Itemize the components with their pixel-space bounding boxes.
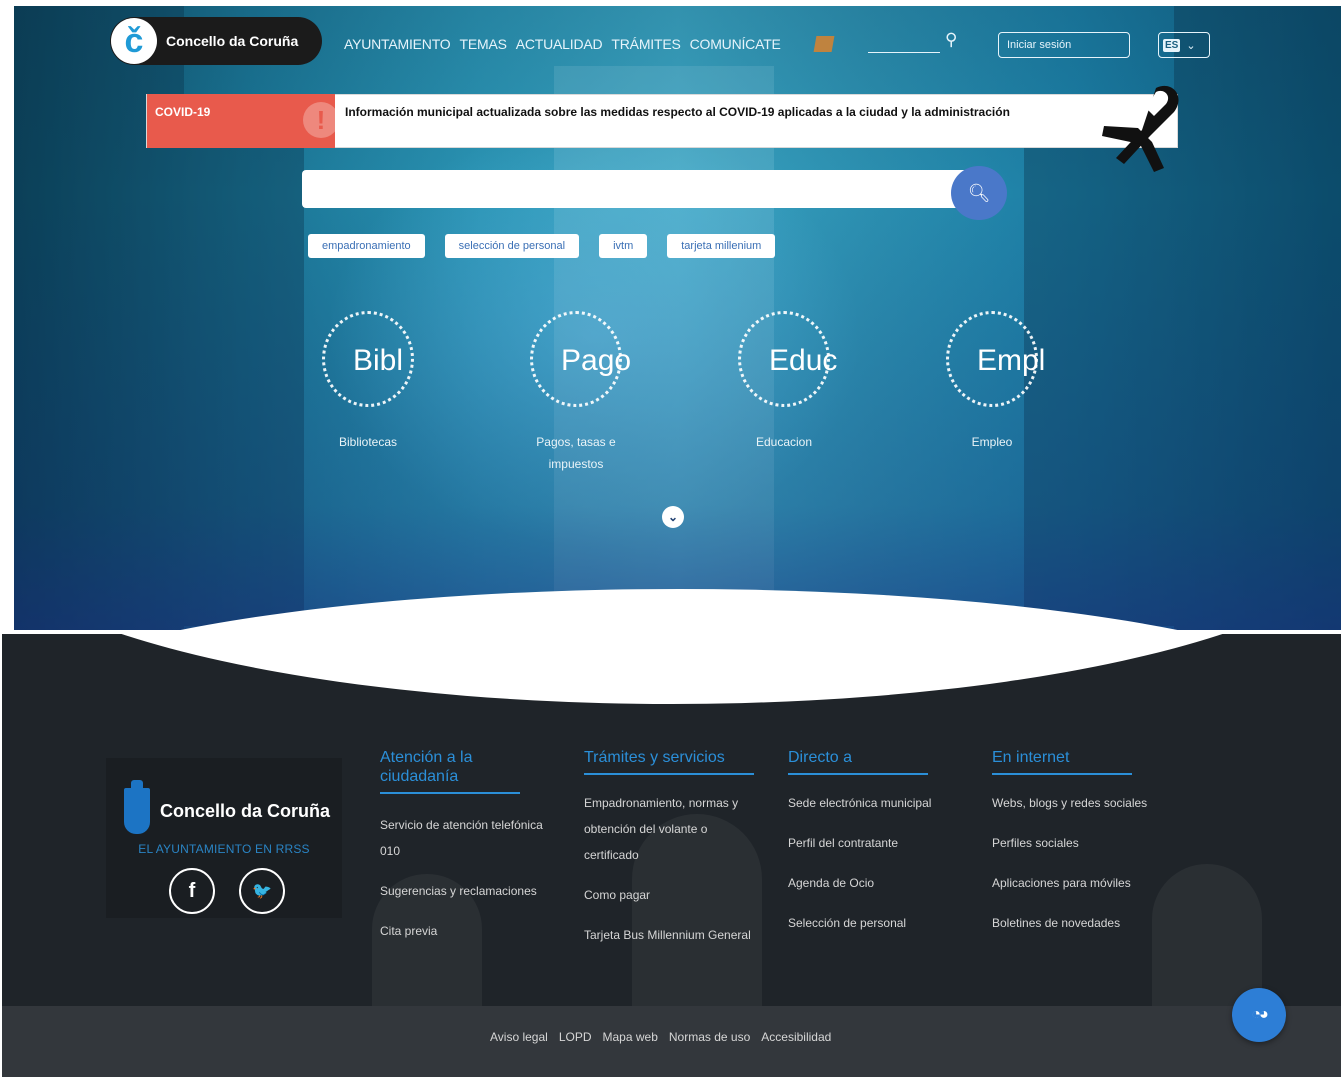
footer-column-title: Directo a: [788, 748, 928, 775]
twitter-icon[interactable]: 🐦: [239, 868, 285, 914]
quick-link-label: Educacion: [755, 435, 813, 449]
footer-link[interactable]: Selección de personal: [788, 910, 931, 936]
language-select[interactable]: ES ⌄: [1158, 32, 1210, 58]
quick-link-empleo[interactable]: Empl Empleo: [892, 311, 1092, 453]
covid-message: Información municipal actualizada sobre …: [345, 105, 1010, 119]
footer-column-directo: Directo a Sede electrónica municipal Per…: [788, 748, 931, 936]
quick-link-label: Empleo: [971, 435, 1013, 449]
logo-glyph: č: [124, 22, 144, 60]
quick-link-circle: Bibl: [322, 311, 414, 407]
footer: Concello da Coruña EL AYUNTAMIENTO EN RR…: [2, 634, 1341, 1077]
quick-link-label: Pagos, tasas e impuestos: [536, 435, 616, 471]
footer-link[interactable]: Tarjeta Bus Millennium General: [584, 922, 759, 948]
header-search-input[interactable]: [868, 52, 940, 53]
footer-link[interactable]: Como pagar: [584, 882, 759, 908]
search-icon[interactable]: ⚲: [945, 30, 957, 50]
nav-item-comunicate[interactable]: COMUNÍCATE: [690, 36, 781, 52]
footer-top-curve: [2, 634, 1341, 704]
accent-flag-icon[interactable]: [813, 36, 835, 52]
suggestion-tag[interactable]: ivtm: [599, 234, 648, 258]
quick-link-word: Educ: [769, 344, 838, 377]
chevron-down-icon: ⌄: [1186, 39, 1196, 52]
legal-link-mapa[interactable]: Mapa web: [603, 1030, 658, 1044]
covid-banner[interactable]: COVID-19 ! Información municipal actuali…: [146, 94, 1178, 148]
quick-link-circle: Empl: [946, 311, 1045, 407]
footer-column-title: Trámites y servicios: [584, 748, 754, 775]
footer-link[interactable]: Perfiles sociales: [992, 830, 1147, 856]
footer-column-title: Atención a la ciudadanía: [380, 748, 520, 794]
suggestion-tag[interactable]: selección de personal: [444, 234, 580, 258]
covid-tag: COVID-19 !: [147, 94, 335, 148]
footer-link[interactable]: Aplicaciones para móviles: [992, 870, 1147, 896]
legal-links: Aviso legal LOPD Mapa web Normas de uso …: [490, 1030, 842, 1044]
mourning-ribbon-icon: [1102, 85, 1179, 172]
quick-link-word: Empl: [977, 344, 1046, 377]
footer-column-internet: En internet Webs, blogs y redes sociales…: [992, 748, 1147, 936]
search-submit-button[interactable]: 🔍︎: [951, 166, 1007, 220]
alert-icon: !: [303, 102, 335, 138]
quick-link-bibliotecas[interactable]: Bibl Bibliotecas: [268, 311, 468, 453]
crown-shape: [131, 780, 143, 789]
chevron-down-icon: ⌄: [667, 510, 679, 524]
chat-button[interactable]: ◔◕: [1232, 988, 1286, 1042]
quick-link-word: Bibl: [353, 344, 404, 377]
search-suggestions: empadronamiento selección de personal iv…: [308, 234, 795, 258]
facebook-glyph: f: [188, 879, 196, 902]
nav-item-tramites[interactable]: TRÁMITES: [611, 36, 680, 52]
legal-link-normas[interactable]: Normas de uso: [669, 1030, 750, 1044]
chat-icon: ◔◕: [1251, 1006, 1268, 1023]
quick-link-word: Pago: [561, 344, 632, 377]
quick-link-pagos[interactable]: Pago Pagos, tasas e impuestos: [476, 311, 676, 475]
footer-logo[interactable]: Concello da Coruña: [124, 780, 331, 834]
footer-link[interactable]: Webs, blogs y redes sociales: [992, 790, 1147, 816]
quick-link-circle: Educ: [738, 311, 837, 407]
suggestion-tag[interactable]: tarjeta millenium: [667, 234, 776, 258]
nav-item-ayuntamiento[interactable]: AYUNTAMIENTO: [344, 36, 451, 52]
facebook-icon[interactable]: f: [169, 868, 215, 914]
coat-of-arms-icon: [124, 780, 150, 834]
rrss-label: EL AYUNTAMIENTO EN RRSS: [138, 842, 310, 856]
footer-link[interactable]: Servicio de atención telefónica 010: [380, 812, 560, 864]
quick-link-circle: Pago: [530, 311, 631, 407]
footer-link[interactable]: Sede electrónica municipal: [788, 790, 931, 816]
footer-column-atencion: Atención a la ciudadanía Servicio de ate…: [380, 748, 560, 944]
site-logo[interactable]: č Concello da Coruña: [110, 17, 322, 65]
logo-mark-icon: č: [111, 18, 157, 64]
language-code: ES: [1163, 38, 1181, 52]
footer-brand-name: Concello da Coruña: [160, 800, 331, 821]
legal-link-aviso[interactable]: Aviso legal: [490, 1030, 548, 1044]
login-button[interactable]: Iniciar sesión: [998, 32, 1130, 58]
logo-text: Concello da Coruña: [166, 33, 299, 49]
covid-tag-label: COVID-19: [155, 105, 211, 119]
footer-link[interactable]: Empadronamiento, normas y obtención del …: [584, 790, 759, 868]
footer-link[interactable]: Cita previa: [380, 918, 560, 944]
legal-link-accesibilidad[interactable]: Accesibilidad: [761, 1030, 831, 1044]
scroll-down-button[interactable]: ⌄: [662, 506, 684, 528]
footer-column-tramites: Trámites y servicios Empadronamiento, no…: [584, 748, 759, 948]
search-icon: 🔍︎: [967, 182, 991, 203]
footer-link[interactable]: Sugerencias y reclamaciones: [380, 878, 560, 904]
nav-item-actualidad[interactable]: ACTUALIDAD: [516, 36, 603, 52]
footer-brand: Concello da Coruña EL AYUNTAMIENTO EN RR…: [106, 758, 342, 918]
nav-item-temas[interactable]: TEMAS: [460, 36, 507, 52]
footer-link[interactable]: Agenda de Ocio: [788, 870, 931, 896]
suggestion-tag[interactable]: empadronamiento: [308, 234, 425, 258]
main-search-input[interactable]: [302, 170, 982, 208]
footer-link[interactable]: Boletines de novedades: [992, 910, 1147, 936]
quick-link-label: Bibliotecas: [338, 435, 398, 449]
footer-column-title: En internet: [992, 748, 1132, 775]
main-nav: AYUNTAMIENTO TEMAS ACTUALIDAD TRÁMITES C…: [344, 36, 790, 52]
twitter-glyph: 🐦: [252, 883, 272, 900]
legal-link-lopd[interactable]: LOPD: [559, 1030, 592, 1044]
quick-link-educacion[interactable]: Educ Educacion: [684, 311, 884, 453]
footer-link[interactable]: Perfil del contratante: [788, 830, 931, 856]
